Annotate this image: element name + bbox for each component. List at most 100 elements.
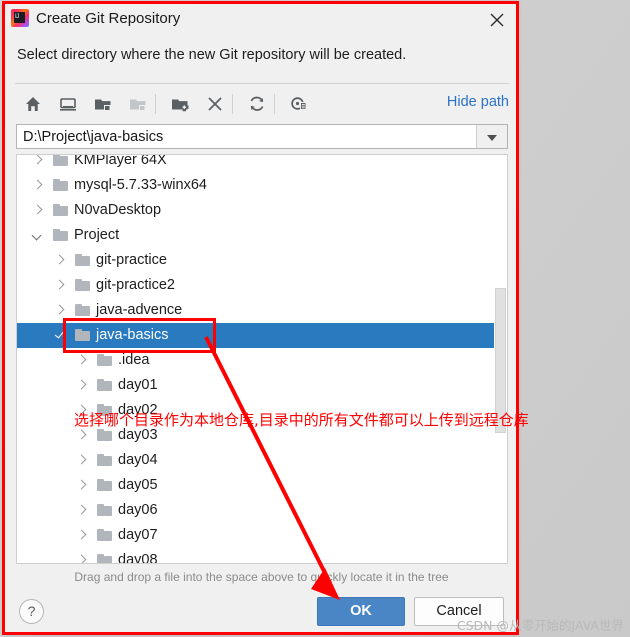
tree-item-label: mysql-5.7.33-winx64 bbox=[74, 177, 207, 193]
refresh-icon[interactable] bbox=[244, 91, 270, 117]
tree-row[interactable]: Project bbox=[17, 223, 507, 248]
create-git-repository-dialog: IJ Create Git Repository Select director… bbox=[4, 2, 517, 633]
tree-item-label: day06 bbox=[118, 502, 158, 518]
tree-row[interactable]: .idea bbox=[17, 348, 507, 373]
title-bar: IJ Create Git Repository bbox=[5, 3, 516, 37]
chevron-right-icon[interactable] bbox=[77, 556, 86, 563]
tree-row[interactable]: java-basics bbox=[17, 323, 507, 348]
chevron-right-icon[interactable] bbox=[55, 256, 64, 265]
tree-row[interactable]: java-advence bbox=[17, 298, 507, 323]
folder-icon bbox=[97, 454, 112, 466]
close-icon[interactable] bbox=[482, 6, 512, 33]
folder-icon bbox=[97, 554, 112, 563]
tree-item-label: day08 bbox=[118, 552, 158, 564]
folder-icon bbox=[53, 155, 68, 166]
tree-row[interactable]: day03 bbox=[17, 423, 507, 448]
show-hidden-icon[interactable] bbox=[286, 91, 312, 117]
folder-icon bbox=[75, 279, 90, 291]
folder-icon bbox=[97, 504, 112, 516]
path-input[interactable] bbox=[17, 125, 477, 148]
ok-button[interactable]: OK bbox=[317, 597, 405, 626]
desktop-icon[interactable] bbox=[55, 91, 81, 117]
toolbar-separator bbox=[15, 83, 509, 84]
chevron-right-icon[interactable] bbox=[77, 381, 86, 390]
folder-icon bbox=[97, 529, 112, 541]
chevron-right-icon[interactable] bbox=[33, 181, 42, 190]
tree-item-label: day07 bbox=[118, 527, 158, 543]
chevron-right-icon[interactable] bbox=[77, 481, 86, 490]
drag-drop-hint: Drag and drop a file into the space abov… bbox=[74, 570, 449, 584]
folder-icon bbox=[97, 354, 112, 366]
tree-row[interactable]: KMPlayer 64X bbox=[17, 154, 507, 173]
path-combo bbox=[16, 124, 508, 149]
tree-scrollbar[interactable] bbox=[494, 155, 507, 563]
folder-icon bbox=[53, 179, 68, 191]
directory-tree-panel[interactable]: KMPlayer 64X mysql-5.7.33-winx64 N0vaDeskt… bbox=[16, 154, 508, 564]
tree-row[interactable]: git-practice bbox=[17, 248, 507, 273]
new-folder-icon[interactable] bbox=[167, 91, 193, 117]
watermark: CSDN @从零开始的JAVA世界 bbox=[456, 618, 624, 633]
help-button[interactable]: ? bbox=[19, 599, 44, 624]
toolbar: Hide path bbox=[15, 88, 509, 120]
dialog-title: Create Git Repository bbox=[36, 10, 181, 27]
app-icon-letters: IJ bbox=[15, 14, 19, 20]
toolbar-divider-3 bbox=[274, 94, 275, 114]
module-folder-icon bbox=[125, 91, 151, 117]
tree-item-label: day05 bbox=[118, 477, 158, 493]
chevron-right-icon[interactable] bbox=[33, 156, 42, 165]
toolbar-divider-2 bbox=[232, 94, 233, 114]
tree-item-label: java-basics bbox=[96, 327, 169, 343]
hide-path-link[interactable]: Hide path bbox=[447, 94, 509, 110]
tree-row[interactable]: day02 bbox=[17, 398, 507, 423]
tree-item-label: day03 bbox=[118, 427, 158, 443]
tree-item-label: java-advence bbox=[96, 302, 183, 318]
chevron-down-icon[interactable] bbox=[33, 231, 42, 240]
tree-row[interactable]: day07 bbox=[17, 523, 507, 548]
tree-item-label: day02 bbox=[118, 402, 158, 418]
folder-icon bbox=[75, 254, 90, 266]
tree-row[interactable]: day08 bbox=[17, 548, 507, 564]
tree-item-label: day01 bbox=[118, 377, 158, 393]
tree-row[interactable]: day05 bbox=[17, 473, 507, 498]
tree-row[interactable]: day04 bbox=[17, 448, 507, 473]
chevron-right-icon[interactable] bbox=[77, 456, 86, 465]
tree-row[interactable]: mysql-5.7.33-winx64 bbox=[17, 173, 507, 198]
tree-item-label: Project bbox=[74, 227, 120, 243]
folder-icon bbox=[97, 429, 112, 441]
folder-icon bbox=[75, 304, 90, 316]
tree-item-label: day04 bbox=[118, 452, 158, 468]
chevron-right-icon[interactable] bbox=[77, 406, 86, 415]
folder-icon bbox=[75, 329, 90, 341]
chevron-down-icon[interactable] bbox=[476, 125, 507, 148]
tree-scrollbar-thumb[interactable] bbox=[495, 288, 506, 433]
directory-tree-list: KMPlayer 64X mysql-5.7.33-winx64 N0vaDeskt… bbox=[17, 154, 507, 564]
folder-icon bbox=[97, 404, 112, 416]
chevron-right-icon[interactable] bbox=[55, 281, 64, 290]
delete-icon[interactable] bbox=[202, 91, 228, 117]
tree-item-label: .idea bbox=[118, 352, 150, 368]
folder-icon bbox=[97, 479, 112, 491]
check-icon bbox=[55, 328, 67, 340]
tree-item-label: KMPlayer 64X bbox=[74, 154, 167, 168]
chevron-right-icon[interactable] bbox=[55, 306, 64, 315]
chevron-right-icon[interactable] bbox=[77, 431, 86, 440]
home-icon[interactable] bbox=[20, 91, 46, 117]
chevron-right-icon[interactable] bbox=[77, 531, 86, 540]
chevron-down-glyph bbox=[487, 135, 497, 141]
tree-item-label: git-practice bbox=[96, 252, 167, 268]
chevron-right-icon[interactable] bbox=[33, 206, 42, 215]
tree-item-label: N0vaDesktop bbox=[74, 202, 162, 218]
dialog-subtitle: Select directory where the new Git repos… bbox=[17, 47, 407, 63]
tree-item-label: git-practice2 bbox=[96, 277, 175, 293]
tree-row[interactable]: day01 bbox=[17, 373, 507, 398]
tree-row[interactable]: git-practice2 bbox=[17, 273, 507, 298]
folder-icon bbox=[53, 229, 68, 241]
tree-row[interactable]: day06 bbox=[17, 498, 507, 523]
chevron-right-icon[interactable] bbox=[77, 506, 86, 515]
folder-icon bbox=[97, 379, 112, 391]
intellij-idea-icon: IJ bbox=[11, 9, 29, 27]
tree-row[interactable]: N0vaDesktop bbox=[17, 198, 507, 223]
project-folder-icon[interactable] bbox=[90, 91, 116, 117]
folder-icon bbox=[53, 204, 68, 216]
chevron-right-icon[interactable] bbox=[77, 356, 86, 365]
